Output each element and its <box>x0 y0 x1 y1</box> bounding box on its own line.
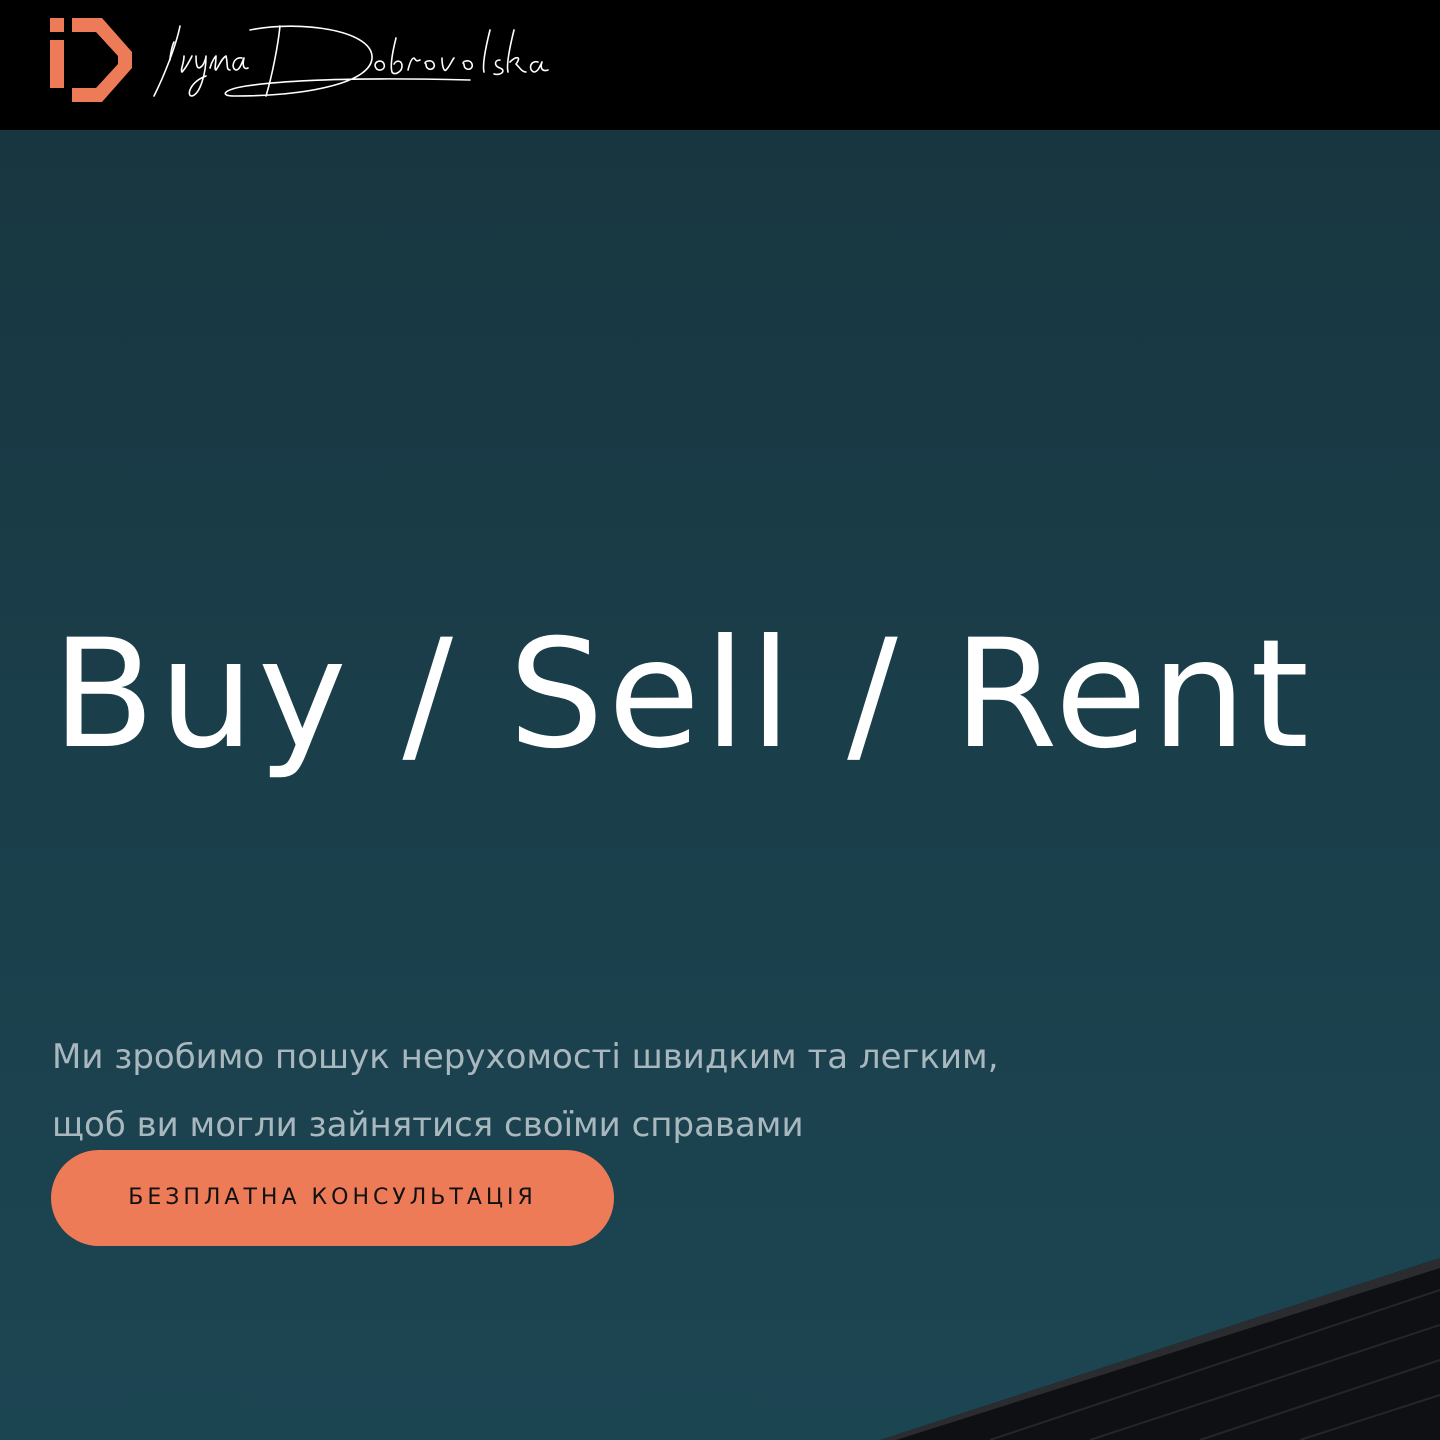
id-monogram-logo-icon <box>50 18 132 102</box>
signature-logo <box>153 25 549 97</box>
hero-headline: Buy / Sell / Rent <box>52 608 1314 782</box>
hero-subtitle-line-2: щоб ви могли зайнятися своїми справами <box>52 1105 804 1145</box>
hero-subtitle-line-1: Ми зробимо пошук нерухомості швидким та … <box>52 1037 999 1077</box>
hero-subtitle: Ми зробимо пошук нерухомості швидким та … <box>52 1023 1152 1159</box>
free-consultation-button[interactable]: БЕЗПЛАТНА КОНСУЛЬТАЦІЯ <box>51 1150 614 1246</box>
site-header <box>0 0 1440 130</box>
hero-section: Buy / Sell / Rent Ми зробимо пошук нерух… <box>0 130 1440 1440</box>
